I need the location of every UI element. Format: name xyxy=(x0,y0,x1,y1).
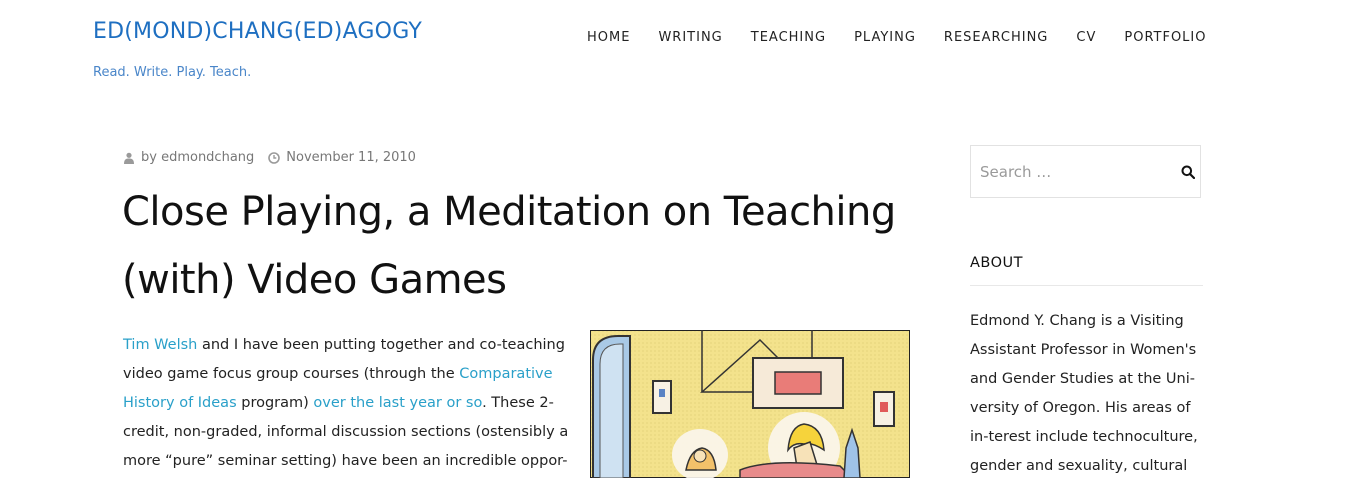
post-paragraph: Tim Welsh and I have been putting togeth… xyxy=(123,331,571,476)
post-title: Close Playing, a Meditation on Teaching … xyxy=(122,189,896,303)
search-input[interactable] xyxy=(971,161,1176,182)
link-last-year[interactable]: over the last year or so xyxy=(313,395,482,411)
site-title[interactable]: ED(MOND)CHANG(ED)AGOGY xyxy=(93,19,422,44)
link-tim-welsh[interactable]: Tim Welsh xyxy=(123,337,197,353)
search-icon xyxy=(1181,165,1195,179)
post-body: Tim Welsh and I have been putting togeth… xyxy=(123,331,571,476)
main-nav: HOME WRITING TEACHING PLAYING RESEARCHIN… xyxy=(587,30,1207,45)
widget-divider xyxy=(970,285,1203,286)
search-form xyxy=(970,145,1201,198)
nav-portfolio[interactable]: PORTFOLIO xyxy=(1124,30,1206,45)
clock-icon xyxy=(268,152,281,164)
user-icon xyxy=(123,152,134,164)
site-tagline: Read. Write. Play. Teach. xyxy=(93,65,252,80)
nav-playing[interactable]: PLAYING xyxy=(854,30,916,45)
about-widget-title: ABOUT xyxy=(970,255,1023,271)
post-date[interactable]: November 11, 2010 xyxy=(286,150,416,165)
about-widget-text: Edmond Y. Chang is a Visiting Assistant … xyxy=(970,313,1198,474)
nav-writing[interactable]: WRITING xyxy=(658,30,722,45)
nav-home[interactable]: HOME xyxy=(587,30,630,45)
nav-researching[interactable]: RESEARCHING xyxy=(944,30,1048,45)
nav-cv[interactable]: CV xyxy=(1076,30,1096,45)
post-meta: by edmondchang November 11, 2010 xyxy=(123,150,416,165)
post-comic-image xyxy=(590,330,910,478)
search-button[interactable] xyxy=(1176,146,1200,197)
body-text-2: program) xyxy=(236,395,314,411)
nav-teaching[interactable]: TEACHING xyxy=(751,30,826,45)
post-author[interactable]: by edmondchang xyxy=(141,150,254,165)
